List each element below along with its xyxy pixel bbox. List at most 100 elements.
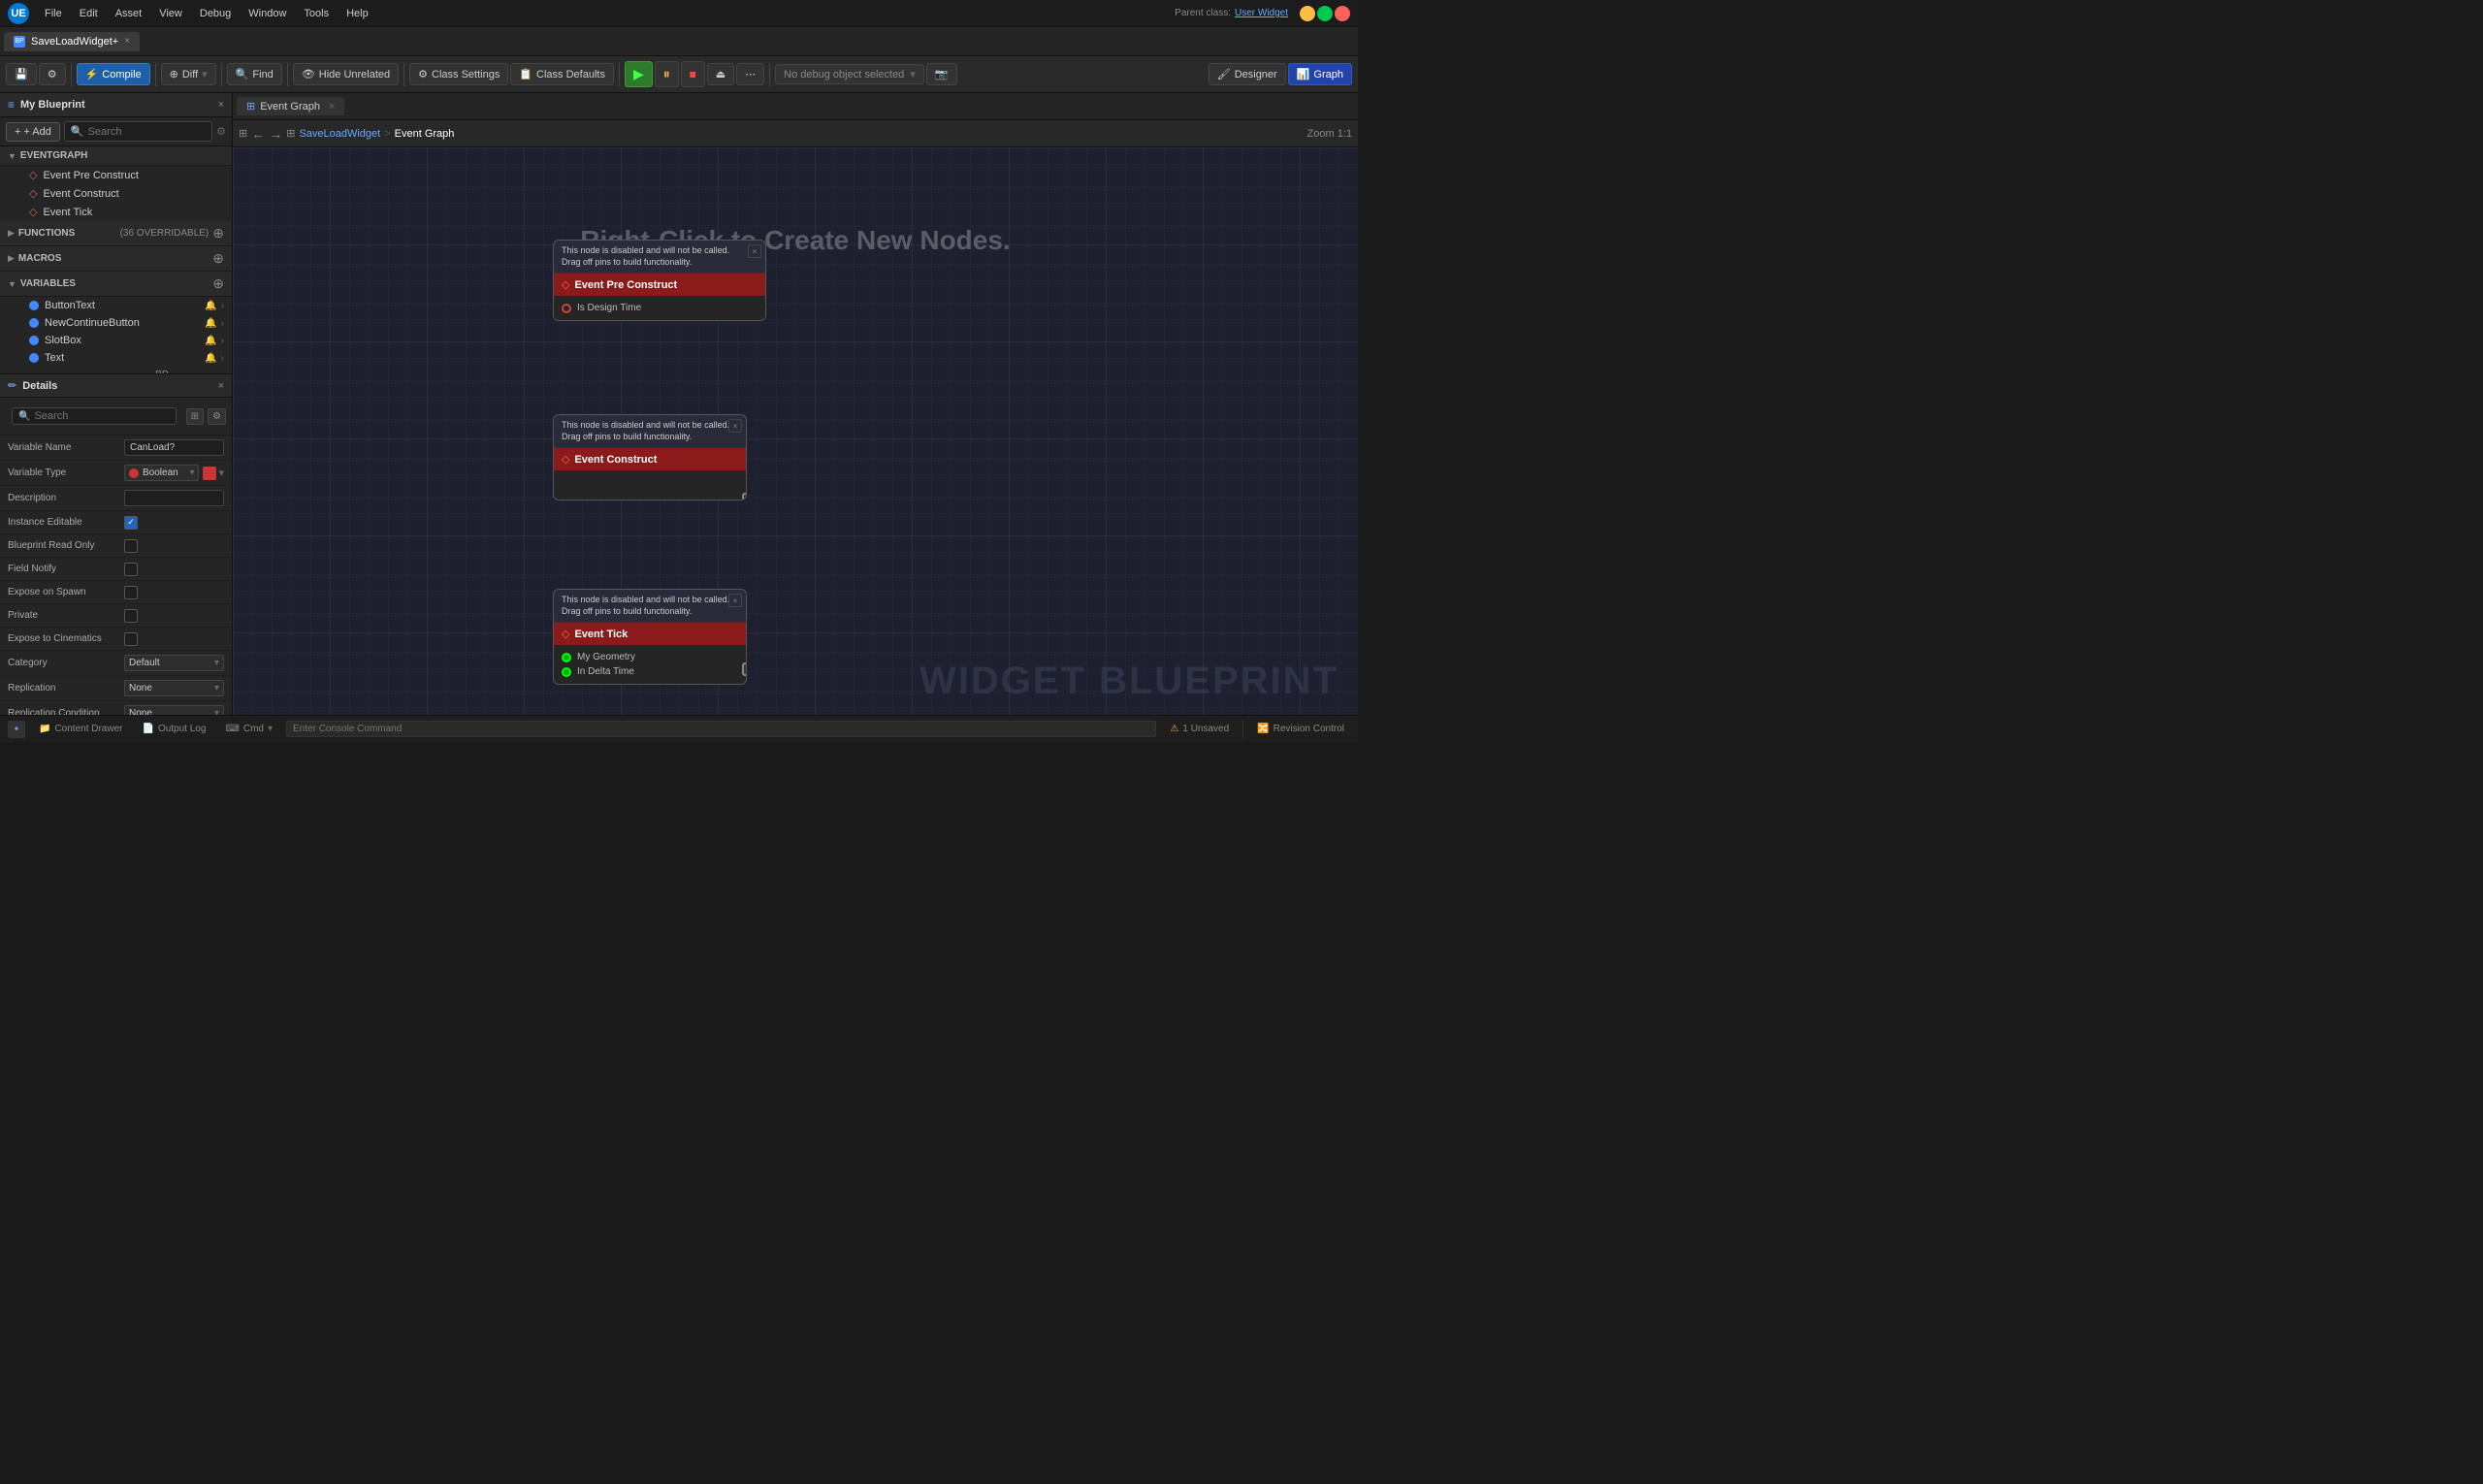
event-tick-item[interactable]: ◇ Event Tick (0, 203, 232, 221)
menu-window[interactable]: Window (241, 6, 294, 21)
details-private-checkbox[interactable] (124, 609, 138, 623)
compile-button[interactable]: ⚡ Compile (77, 63, 150, 85)
add-button[interactable]: + + Add (6, 122, 60, 142)
nav-grid-icon[interactable]: ⊞ (286, 127, 295, 140)
graph-canvas[interactable]: Right-Click to Create New Nodes. This no… (233, 147, 1358, 742)
details-blueprint-readonly-checkbox[interactable] (124, 539, 138, 553)
event-construct-item[interactable]: ◇ Event Construct (0, 184, 232, 203)
output-log-button[interactable]: 📄 Output Log (136, 722, 211, 736)
node-tick-connector[interactable] (742, 662, 747, 676)
class-defaults-button[interactable]: 📋 Class Defaults (510, 63, 614, 85)
play-button[interactable]: ▶ (625, 61, 653, 87)
type-color-swatch[interactable] (203, 467, 216, 480)
details-variable-type-select[interactable]: Boolean ▾ (124, 465, 199, 481)
blueprint-tab[interactable]: BP SaveLoadWidget+ × (4, 32, 140, 51)
variables-add-icon[interactable]: ⊕ (212, 275, 224, 292)
node-construct-corner[interactable]: × (728, 419, 742, 433)
event-graph-tab[interactable]: ⊞ Event Graph × (237, 97, 344, 115)
details-variable-name-input[interactable] (124, 439, 224, 456)
my-blueprint-close[interactable]: × (218, 99, 224, 111)
section-eventgraph[interactable]: ▼ EventGraph (0, 146, 232, 166)
var-newcontinuebutton[interactable]: NewContinueButton 🔔 › (0, 314, 232, 332)
details-expose-cinematics-checkbox[interactable] (124, 632, 138, 646)
var-slotbox-arrow[interactable]: › (221, 336, 224, 346)
content-drawer-button[interactable]: 📁 Content Drawer (33, 722, 128, 736)
menu-file[interactable]: File (37, 6, 70, 21)
unsaved-indicator[interactable]: ⚠ 1 Unsaved (1164, 722, 1235, 736)
minimize-button[interactable] (1300, 6, 1315, 21)
var-text-arrow[interactable]: › (221, 353, 224, 364)
node-construct[interactable]: This node is disabled and will not be ca… (553, 414, 747, 500)
menu-help[interactable]: Help (339, 6, 376, 21)
settings-button[interactable]: ⚙ (39, 63, 66, 85)
var-newcontinuebutton-bell[interactable]: 🔔 (205, 318, 216, 329)
cmd-button[interactable]: ⌨ Cmd ▾ (219, 722, 278, 736)
details-close[interactable]: × (218, 380, 224, 392)
var-thirdpersoncharacter[interactable]: ThirdPersonCharacter BP Third Person 🔔 👁 (0, 367, 232, 373)
type-expand-arrow[interactable]: ▾ (218, 467, 224, 480)
save-button[interactable]: 💾 (6, 63, 37, 85)
var-slotbox[interactable]: SlotBox 🔔 › (0, 332, 232, 349)
parent-class-value[interactable]: User Widget (1235, 8, 1288, 18)
var-buttontext[interactable]: ButtonText 🔔 › (0, 297, 232, 314)
node-pre-construct-corner[interactable]: × (748, 244, 761, 258)
revision-control-button[interactable]: 🔀 Revision Control (1251, 722, 1350, 736)
event-pre-construct-item[interactable]: ◇ Event Pre Construct (0, 166, 232, 184)
designer-button[interactable]: 🖌 Designer (1209, 63, 1286, 85)
graph-button[interactable]: 📊 Graph (1288, 63, 1352, 85)
menu-asset[interactable]: Asset (108, 6, 150, 21)
breadcrumb-root[interactable]: SaveLoadWidget (299, 128, 380, 140)
node-construct-connector[interactable] (742, 493, 747, 500)
menu-view[interactable]: View (151, 6, 190, 21)
console-input[interactable] (286, 721, 1156, 737)
var-slotbox-bell[interactable]: 🔔 (205, 336, 216, 346)
menu-edit[interactable]: Edit (72, 6, 106, 21)
blueprint-tab-close[interactable]: × (124, 36, 130, 47)
details-instance-editable-checkbox[interactable] (124, 516, 138, 530)
var-newcontinuebutton-arrow[interactable]: › (221, 318, 224, 329)
stop-button[interactable]: ⏹ (681, 61, 705, 87)
nav-layout-icon[interactable]: ⊞ (239, 127, 247, 140)
menu-bar[interactable]: File Edit Asset View Debug Window Tools … (37, 6, 376, 21)
section-macros[interactable]: ▶ MACROS ⊕ (0, 246, 232, 272)
details-field-notify-checkbox[interactable] (124, 563, 138, 576)
details-search-bar[interactable]: 🔍 (12, 407, 177, 425)
diff-button[interactable]: ⊕ Diff ▾ (161, 63, 216, 85)
nav-forward-arrow[interactable]: → (269, 126, 282, 142)
menu-debug[interactable]: Debug (192, 6, 239, 21)
section-functions[interactable]: ▶ FUNCTIONS (36 OVERRIDABLE) ⊕ (0, 221, 232, 246)
section-variables[interactable]: ▼ VARIABLES ⊕ (0, 272, 232, 297)
var-text[interactable]: Text 🔔 › (0, 349, 232, 367)
details-expose-on-spawn-checkbox[interactable] (124, 586, 138, 599)
search-settings-icon[interactable]: ⚙ (216, 125, 226, 138)
details-category-select[interactable]: Default ▾ (124, 655, 224, 671)
menu-tools[interactable]: Tools (296, 6, 337, 21)
nav-back-arrow[interactable]: ← (251, 126, 265, 142)
debug-object-select[interactable]: No debug object selected ▾ (775, 64, 924, 84)
close-button[interactable] (1335, 6, 1350, 21)
macros-add-icon[interactable]: ⊕ (212, 250, 224, 267)
functions-add-icon[interactable]: ⊕ (212, 225, 224, 242)
details-search-input[interactable] (34, 410, 169, 422)
node-tick[interactable]: This node is disabled and will not be ca… (553, 589, 747, 685)
blueprint-search-input[interactable] (88, 126, 207, 138)
class-settings-button[interactable]: ⚙ Class Settings (409, 63, 508, 85)
blueprint-search-bar[interactable]: 🔍 (64, 121, 212, 142)
node-pre-construct[interactable]: This node is disabled and will not be ca… (553, 240, 766, 321)
pause-button[interactable]: ⏸ (655, 61, 679, 87)
node-tick-corner[interactable]: × (728, 594, 742, 607)
hide-unrelated-button[interactable]: 👁 Hide Unrelated (293, 63, 399, 85)
event-graph-tab-close[interactable]: × (329, 101, 335, 113)
window-controls[interactable] (1300, 6, 1350, 21)
details-description-input[interactable] (124, 490, 224, 506)
var-text-bell[interactable]: 🔔 (205, 353, 216, 364)
find-button[interactable]: 🔍 Find (227, 63, 282, 85)
var-buttontext-arrow[interactable]: › (221, 301, 224, 311)
var-buttontext-bell[interactable]: 🔔 (205, 301, 216, 311)
more-button[interactable]: ⋯ (736, 63, 764, 85)
debug-extra-button[interactable]: 📷 (926, 63, 957, 85)
eject-button[interactable]: ⏏ (707, 63, 734, 85)
details-gear-button[interactable]: ⚙ (208, 408, 226, 425)
details-replication-select[interactable]: None ▾ (124, 680, 224, 696)
details-grid-button[interactable]: ⊞ (186, 408, 204, 425)
